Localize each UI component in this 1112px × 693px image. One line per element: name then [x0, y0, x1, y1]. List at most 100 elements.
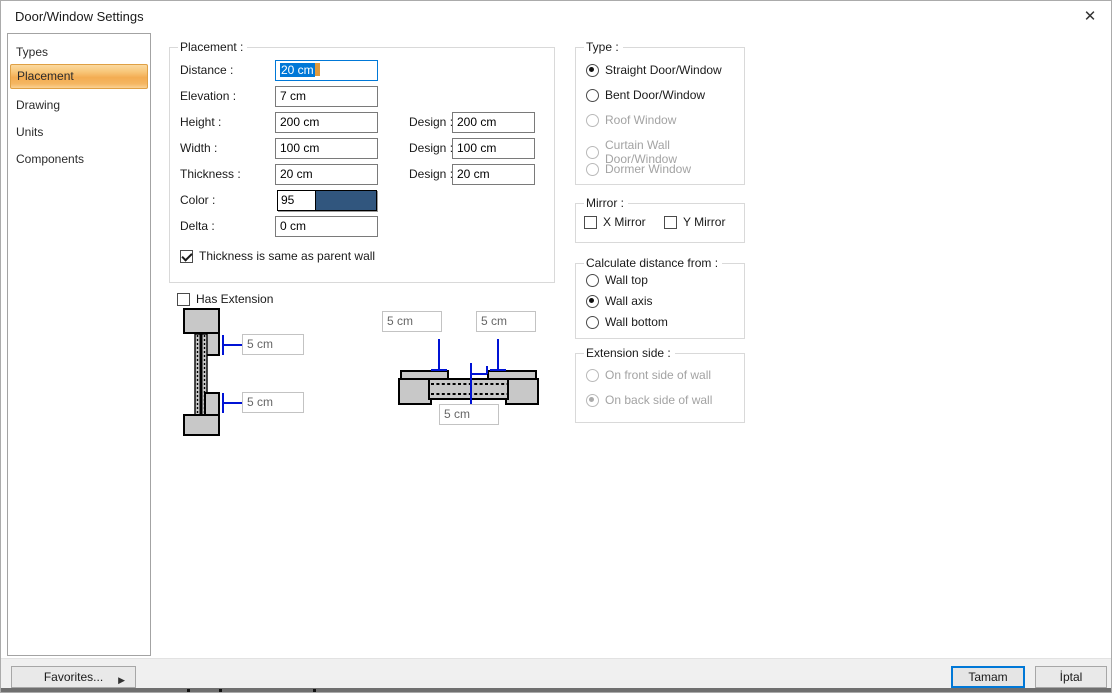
dimension-lines [223, 335, 242, 413]
favorites-button-label: Favorites... [44, 670, 103, 684]
door-window-settings-dialog: Door/Window Settings ✕ Types Placement D… [0, 0, 1112, 693]
sidebar: Types Placement Drawing Units Components [7, 33, 151, 656]
color-label: Color : [180, 190, 215, 211]
radio-icon [586, 146, 599, 159]
extension-vertical-top-input: 5 cm [242, 334, 304, 355]
mirror-group: Mirror : X Mirror Y Mirror [575, 203, 745, 243]
sidebar-item-units[interactable]: Units [10, 122, 148, 143]
y-mirror-label: Y Mirror [683, 215, 725, 229]
cancel-button[interactable]: İptal [1035, 666, 1107, 688]
thickness-label: Thickness : [180, 164, 241, 185]
thickness-design-label: Design : [409, 164, 453, 185]
radio-label: Bent Door/Window [605, 88, 705, 102]
extension-vertical-bottom-input: 5 cm [242, 392, 304, 413]
y-mirror-checkbox[interactable] [664, 216, 677, 229]
favorites-button[interactable]: Favorites... ▶ [11, 666, 136, 688]
has-extension-label: Has Extension [196, 292, 273, 306]
height-design-input[interactable]: 200 cm [452, 112, 535, 133]
radio-icon[interactable] [586, 316, 599, 329]
ok-button[interactable]: Tamam [951, 666, 1025, 688]
radio-icon[interactable] [586, 274, 599, 287]
delta-input[interactable]: 0 cm [275, 216, 378, 237]
close-icon[interactable]: ✕ [1077, 5, 1103, 29]
radio-front-side-of-wall: On front side of wall [586, 368, 711, 382]
footer-bar: Favorites... ▶ Tamam İptal [1, 658, 1112, 688]
color-number: 95 [278, 191, 316, 210]
radio-icon[interactable] [586, 64, 599, 77]
radio-roof-window: Roof Window [586, 113, 676, 127]
radio-icon[interactable] [586, 295, 599, 308]
radio-back-side-of-wall: On back side of wall [586, 393, 712, 407]
height-label: Height : [180, 112, 221, 133]
color-swatch [316, 191, 376, 210]
dialog-title: Door/Window Settings [15, 9, 144, 24]
thickness-input[interactable]: 20 cm [275, 164, 378, 185]
extension-side-group: Extension side : On front side of wall O… [575, 353, 745, 423]
sidebar-item-types[interactable]: Types [10, 42, 148, 63]
radio-wall-top[interactable]: Wall top [586, 273, 648, 287]
has-extension-checkbox[interactable] [177, 293, 190, 306]
sidebar-item-components[interactable]: Components [10, 149, 148, 170]
radio-label: Straight Door/Window [605, 63, 722, 77]
thickness-same-as-wall-label: Thickness is same as parent wall [199, 249, 375, 263]
radio-wall-bottom[interactable]: Wall bottom [586, 315, 668, 329]
radio-icon [586, 163, 599, 176]
wall-section-vertical-diagram [179, 306, 314, 438]
radio-label: On front side of wall [605, 368, 711, 382]
radio-label: Wall bottom [605, 315, 668, 329]
background-artifact [313, 689, 316, 693]
radio-label: Dormer Window [605, 162, 691, 176]
type-group-label: Type : [584, 40, 623, 54]
width-design-label: Design : [409, 138, 453, 159]
calc-distance-group-label: Calculate distance from : [584, 256, 722, 270]
radio-icon [586, 369, 599, 382]
type-group: Type : Straight Door/Window Bent Door/Wi… [575, 47, 745, 185]
width-label: Width : [180, 138, 217, 159]
distance-selected-text: 20 cm [280, 63, 315, 77]
elevation-label: Elevation : [180, 86, 236, 107]
sidebar-item-placement[interactable]: Placement [10, 64, 148, 89]
extension-side-group-label: Extension side : [584, 346, 675, 360]
radio-label: Roof Window [605, 113, 676, 127]
extension-plan-bottom-input: 5 cm [439, 404, 499, 425]
height-input[interactable]: 200 cm [275, 112, 378, 133]
elevation-input[interactable]: 7 cm [275, 86, 378, 107]
placement-group: Placement : Distance : 20 cm Elevation :… [169, 47, 555, 283]
background-artifact [219, 689, 222, 693]
sidebar-item-drawing[interactable]: Drawing [10, 95, 148, 116]
radio-label: Wall axis [605, 294, 653, 308]
radio-straight-door-window[interactable]: Straight Door/Window [586, 63, 722, 77]
extension-plan-right-input: 5 cm [476, 311, 536, 332]
extension-plan-left-input: 5 cm [382, 311, 442, 332]
thickness-same-as-wall-checkbox[interactable] [180, 250, 193, 263]
radio-icon[interactable] [586, 89, 599, 102]
y-mirror-row[interactable]: Y Mirror [664, 215, 725, 229]
radio-wall-axis[interactable]: Wall axis [586, 294, 653, 308]
background-artifact [187, 689, 190, 693]
title-bar: Door/Window Settings ✕ [1, 1, 1111, 33]
x-mirror-label: X Mirror [603, 215, 646, 229]
text-caret [315, 63, 320, 76]
width-design-input[interactable]: 100 cm [452, 138, 535, 159]
color-picker[interactable]: 95 [277, 190, 377, 211]
height-design-label: Design : [409, 112, 453, 133]
thickness-same-as-wall-row[interactable]: Thickness is same as parent wall [180, 249, 375, 263]
thickness-design-input[interactable]: 20 cm [452, 164, 535, 185]
width-input[interactable]: 100 cm [275, 138, 378, 159]
calc-distance-group: Calculate distance from : Wall top Wall … [575, 263, 745, 339]
radio-icon [586, 394, 599, 407]
has-extension-row[interactable]: Has Extension [177, 292, 273, 306]
radio-icon [586, 114, 599, 127]
radio-dormer-window: Dormer Window [586, 162, 691, 176]
placement-group-label: Placement : [178, 40, 247, 54]
x-mirror-checkbox[interactable] [584, 216, 597, 229]
radio-label: On back side of wall [605, 393, 712, 407]
distance-label: Distance : [180, 60, 233, 81]
distance-input[interactable]: 20 cm [275, 60, 378, 81]
delta-label: Delta : [180, 216, 215, 237]
chevron-right-icon: ▶ [118, 670, 125, 690]
radio-bent-door-window[interactable]: Bent Door/Window [586, 88, 705, 102]
radio-label: Wall top [605, 273, 648, 287]
x-mirror-row[interactable]: X Mirror [584, 215, 646, 229]
mirror-group-label: Mirror : [584, 196, 628, 210]
